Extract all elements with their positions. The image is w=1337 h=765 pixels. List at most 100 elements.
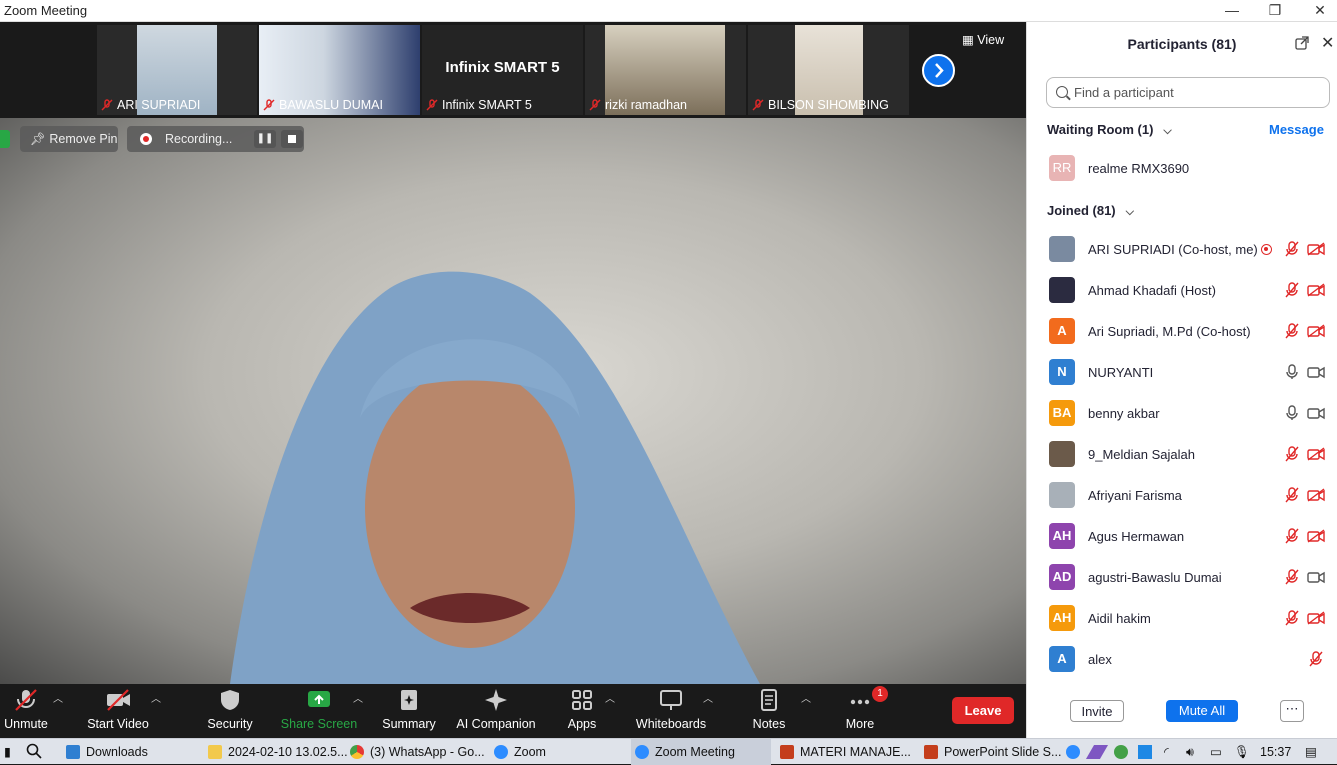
notes-button[interactable]: Notes (745, 684, 793, 738)
audio-options-caret[interactable]: ︿ (53, 690, 63, 705)
participant-row[interactable]: Afriyani Farisma (1027, 476, 1337, 517)
participant-row[interactable]: AD agustri-Bawaslu Dumai (1027, 558, 1337, 599)
thumbnail-tile[interactable]: ARI SUPRIADI (97, 25, 257, 115)
next-page-button[interactable] (922, 54, 955, 87)
participant-row[interactable]: AH Agus Hermawan (1027, 517, 1337, 558)
leave-button[interactable]: Leave (952, 697, 1014, 724)
taskbar-item-downloads[interactable]: Downloads (60, 739, 195, 765)
thumbnail-tile[interactable]: BAWASLU DUMAI (259, 25, 420, 115)
share-options-caret[interactable]: ︿ (353, 690, 363, 705)
taskbar-item-folder[interactable]: 2024-02-10 13.02.5... (202, 739, 348, 765)
whiteboards-options-caret[interactable]: ︿ (703, 690, 713, 705)
speaker-silhouette (230, 271, 760, 684)
more-options-button[interactable]: ⋯ (1280, 700, 1304, 722)
avatar (1049, 277, 1075, 303)
thumbnail-tile[interactable]: rizki ramadhan (585, 25, 746, 115)
pause-recording-button[interactable]: ❚❚ (254, 130, 276, 148)
mic-icon[interactable] (1285, 405, 1299, 421)
thumbnail-tile[interactable]: Infinix SMART 5 Infinix SMART 5 (422, 25, 583, 115)
participant-row[interactable]: Ahmad Khadafi (Host) (1027, 271, 1337, 312)
close-panel-icon[interactable]: ✕ (1321, 33, 1334, 53)
video-options-caret[interactable]: ︿ (151, 690, 161, 705)
participant-row[interactable]: BA benny akbar (1027, 394, 1337, 435)
thumbnail-tile[interactable]: BILSON SIHOMBING (748, 25, 909, 115)
mic-muted-icon[interactable] (1285, 323, 1299, 339)
apps-options-caret[interactable]: ︿ (605, 690, 615, 705)
video-off-icon[interactable] (1307, 324, 1325, 338)
thumbnail-name-text: BILSON SIHOMBING (768, 98, 889, 112)
taskbar-item-powerpoint[interactable]: MATERI MANAJE... (776, 739, 916, 765)
participant-row[interactable]: AH Aidil hakim (1027, 599, 1337, 640)
app-tray-icon[interactable] (1114, 739, 1128, 765)
mic-muted-icon[interactable] (1285, 446, 1299, 462)
taskbar-item-slideshow[interactable]: PowerPoint Slide S... (920, 739, 1061, 765)
video-off-icon[interactable] (1307, 242, 1325, 256)
video-off-icon[interactable] (1307, 611, 1325, 625)
notes-options-caret[interactable]: ︿ (801, 690, 811, 705)
notification-icon[interactable]: ▤ (1305, 739, 1317, 765)
avatar (1049, 441, 1075, 467)
minimize-button[interactable]: — (1212, 1, 1252, 21)
mic-icon[interactable] (1285, 364, 1299, 380)
video-off-icon[interactable] (1307, 488, 1325, 502)
whiteboards-button[interactable]: Whiteboards (632, 684, 710, 738)
volume-icon[interactable]: 🔊︎ (1186, 739, 1194, 765)
mic-muted-icon[interactable] (1309, 651, 1323, 667)
unmute-button[interactable]: Unmute (0, 684, 52, 738)
apps-label: Apps (567, 717, 597, 731)
video-icon[interactable] (1307, 365, 1325, 379)
view-label: View (977, 33, 1005, 47)
mic-muted-icon[interactable] (1285, 241, 1299, 257)
battery-icon[interactable]: ▭ (1210, 739, 1222, 765)
participant-row[interactable]: ARI SUPRIADI (Co-host, me) (1027, 230, 1337, 271)
joined-header[interactable]: Joined (81) ⌵ (1047, 203, 1134, 219)
view-button[interactable]: ▦ View (962, 32, 1004, 47)
ai-companion-button[interactable]: AI Companion (455, 684, 537, 738)
mic-muted-icon[interactable] (1285, 487, 1299, 503)
taskbar-item-zoom[interactable]: Zoom (490, 739, 625, 765)
invite-button[interactable]: Invite (1070, 700, 1124, 722)
message-button[interactable]: Message (1269, 122, 1324, 137)
taskbar-item-zoom-meeting[interactable]: Zoom Meeting (631, 739, 771, 765)
video-off-icon[interactable] (1307, 447, 1325, 461)
remove-pin-button[interactable]: 📌︎ Remove Pin (20, 126, 118, 152)
maximize-button[interactable]: ❐ (1255, 1, 1295, 21)
summary-button[interactable]: Summary (378, 684, 440, 738)
pen-tray-icon[interactable] (1085, 739, 1109, 765)
popout-icon[interactable] (1295, 36, 1309, 50)
video-off-icon[interactable] (1307, 529, 1325, 543)
search-icon[interactable] (26, 739, 42, 765)
mute-all-button[interactable]: Mute All (1166, 700, 1238, 722)
wifi-icon[interactable]: ◜ (1164, 739, 1169, 765)
taskbar-item-whatsapp[interactable]: (3) WhatsApp - Go... (346, 739, 486, 765)
participant-search-input[interactable]: Find a participant (1046, 77, 1330, 108)
video-off-icon[interactable] (1307, 283, 1325, 297)
video-icon[interactable] (1307, 406, 1325, 420)
share-screen-button[interactable]: Share Screen (280, 684, 358, 738)
mic-muted-icon (589, 99, 601, 111)
participant-row[interactable]: Aalex (1027, 640, 1337, 681)
participant-row[interactable]: N NURYANTI (1027, 353, 1337, 394)
participant-name: ARI SUPRIADI (Co-host, me) (1088, 242, 1258, 257)
word-tray-icon[interactable] (1138, 739, 1152, 765)
zoom-tray-icon[interactable] (1066, 739, 1080, 765)
mic-muted-icon[interactable] (1285, 282, 1299, 298)
waiting-participant-row[interactable]: RR realme RMX3690 (1027, 149, 1337, 190)
notification-badge: 1 (872, 686, 888, 702)
microphone-tray-icon[interactable]: 🎙︎ (1234, 739, 1250, 765)
start-video-button[interactable]: Start Video (82, 684, 154, 738)
mic-muted-icon[interactable] (1285, 528, 1299, 544)
waiting-room-header[interactable]: Waiting Room (1) ⌵ (1047, 122, 1172, 138)
clock[interactable]: 15:37 (1260, 739, 1291, 765)
mic-muted-icon[interactable] (1285, 569, 1299, 585)
security-button[interactable]: Security (200, 684, 260, 738)
participant-row[interactable]: A Ari Supriadi, M.Pd (Co-host) (1027, 312, 1337, 353)
participant-row[interactable]: 9_Meldian Sajalah (1027, 435, 1337, 476)
video-icon[interactable] (1307, 570, 1325, 584)
stop-recording-button[interactable] (281, 130, 303, 148)
apps-button[interactable]: Apps (560, 684, 604, 738)
close-window-button[interactable]: ✕ (1300, 1, 1337, 21)
participants-title: Participants (81) (1127, 36, 1237, 52)
mic-muted-icon[interactable] (1285, 610, 1299, 626)
start-icon[interactable]: ▮ (4, 739, 11, 765)
